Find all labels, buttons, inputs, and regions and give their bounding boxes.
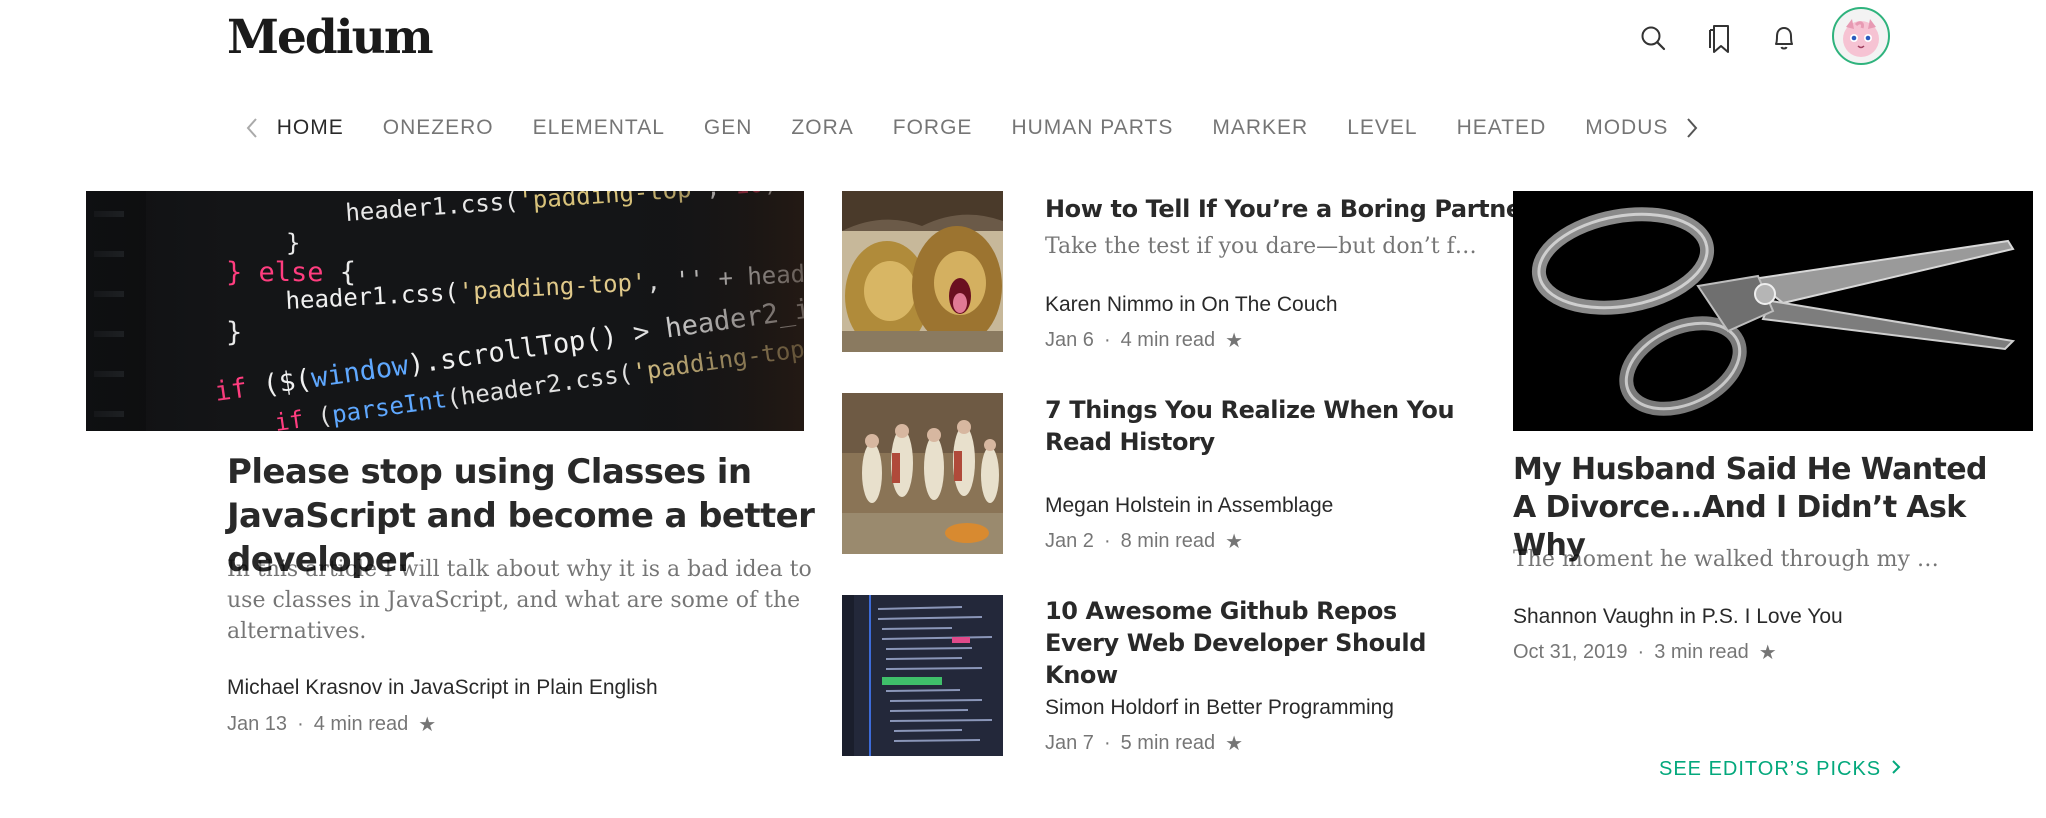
article-read-time: 5 min read (1120, 732, 1216, 754)
bell-icon[interactable] (1764, 18, 1804, 58)
article-read-time: 3 min read (1654, 641, 1749, 663)
chevron-right-icon (1891, 758, 1901, 781)
star-icon[interactable]: ★ (418, 712, 436, 737)
article-meta: Jan 6 · 4 min read ★ (1045, 328, 1243, 353)
article-meta: Jan 7 · 5 min read ★ (1045, 731, 1243, 756)
featured-subtitle[interactable]: In this article I will talk about why it… (227, 554, 817, 647)
tab-modus[interactable]: MODUS (1585, 116, 1667, 140)
article-date: Jan 7 (1045, 732, 1094, 754)
article-byline[interactable]: Megan Holstein in Assemblage (1045, 494, 1333, 518)
search-icon[interactable] (1633, 18, 1673, 58)
featured-date: Jan 13 (227, 713, 288, 735)
tab-heated[interactable]: HEATED (1457, 116, 1547, 140)
article-subtitle[interactable]: The moment he walked through my do... (1513, 545, 1943, 575)
article-meta: Oct 31, 2019 · 3 min read ★ (1513, 640, 1777, 665)
publication-nav: HOME ONEZERO ELEMENTAL GEN ZORA FORGE HU… (227, 108, 1717, 148)
tab-zora[interactable]: ZORA (791, 116, 853, 140)
article-thumbnail-code[interactable] (842, 595, 1003, 756)
article-title[interactable]: How to Tell If You’re a Boring Partner (1045, 193, 1534, 225)
featured-byline[interactable]: Michael Krasnov in JavaScript in Plain E… (227, 676, 658, 700)
article-thumbnail-history[interactable] (842, 393, 1003, 554)
chevron-left-icon[interactable] (227, 117, 277, 139)
article-byline[interactable]: Shannon Vaughn in P.S. I Love You (1513, 605, 1843, 629)
tab-level[interactable]: LEVEL (1347, 116, 1417, 140)
article-byline[interactable]: Simon Holdorf in Better Programming (1045, 696, 1394, 720)
star-icon[interactable]: ★ (1225, 731, 1243, 756)
avatar[interactable] (1832, 7, 1890, 65)
tab-gen[interactable]: GEN (704, 116, 753, 140)
star-icon[interactable]: ★ (1225, 328, 1243, 353)
tab-human-parts[interactable]: HUMAN PARTS (1011, 116, 1173, 140)
article-read-time: 4 min read (1120, 329, 1216, 351)
article-date: Jan 6 (1045, 329, 1094, 351)
star-icon[interactable]: ★ (1759, 640, 1777, 665)
medium-logo[interactable]: Medium (227, 10, 434, 65)
meta-dot: · (1637, 641, 1645, 663)
meta-dot: · (1103, 329, 1111, 351)
tab-onezero[interactable]: ONEZERO (383, 116, 494, 140)
tab-forge[interactable]: FORGE (893, 116, 973, 140)
chevron-right-icon[interactable] (1667, 117, 1717, 139)
article-title[interactable]: 7 Things You Realize When You Read Histo… (1045, 394, 1465, 458)
article-subtitle[interactable]: Take the test if you dare—but don’t forc… (1045, 232, 1485, 262)
meta-dot: · (297, 713, 304, 735)
nav-items: HOME ONEZERO ELEMENTAL GEN ZORA FORGE HU… (277, 116, 1668, 140)
see-editors-picks-link[interactable]: SEE EDITOR’S PICKS (1659, 758, 1901, 781)
featured-image[interactable]: header1.css('padding-top', 10) + header1… (86, 191, 804, 431)
star-icon[interactable]: ★ (1225, 529, 1243, 554)
article-title[interactable]: 10 Awesome Github Repos Every Web Develo… (1045, 595, 1465, 691)
featured-read-time: 4 min read (313, 713, 409, 735)
article-thumbnail-lions[interactable] (842, 191, 1003, 352)
article-date: Oct 31, 2019 (1513, 641, 1628, 663)
article-byline[interactable]: Karen Nimmo in On The Couch (1045, 293, 1338, 317)
editors-picks-label: SEE EDITOR’S PICKS (1659, 758, 1882, 780)
tab-marker[interactable]: MARKER (1212, 116, 1308, 140)
meta-dot: · (1103, 732, 1111, 754)
article-date: Jan 2 (1045, 530, 1094, 552)
tab-elemental[interactable]: ELEMENTAL (533, 116, 665, 140)
bookmarks-icon[interactable] (1700, 18, 1740, 58)
article-meta: Jan 2 · 8 min read ★ (1045, 529, 1243, 554)
article-image-scissors[interactable] (1513, 191, 2033, 431)
meta-dot: · (1103, 530, 1111, 552)
featured-meta: Jan 13 · 4 min read ★ (227, 712, 436, 737)
article-read-time: 8 min read (1120, 530, 1216, 552)
tab-home[interactable]: HOME (277, 116, 344, 140)
